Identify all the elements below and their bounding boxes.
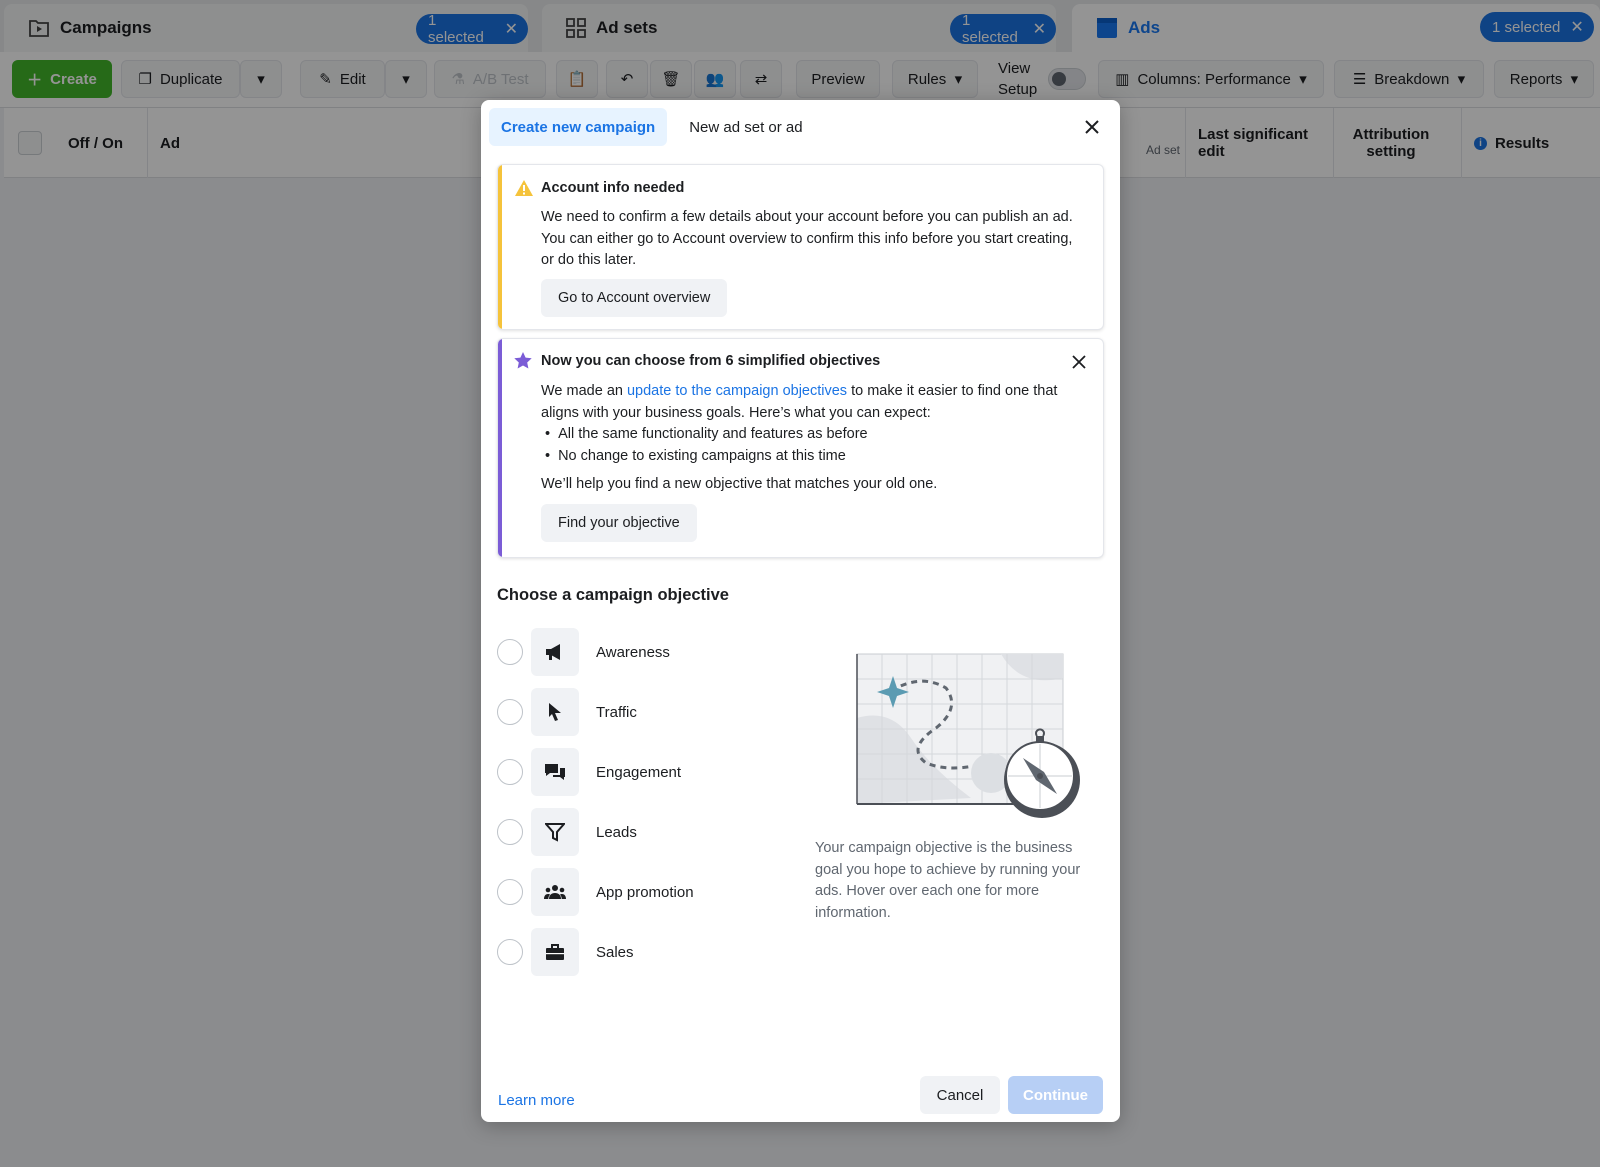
objective-radio[interactable]: [497, 759, 523, 785]
objectives-bullet-list: All the same functionality and features …: [541, 424, 868, 467]
people-icon: [531, 868, 579, 916]
briefcase-icon: [531, 928, 579, 976]
info-stripe: [498, 339, 502, 557]
objective-label: Traffic: [596, 703, 637, 721]
learn-more-link[interactable]: Learn more: [498, 1092, 575, 1109]
objective-radio[interactable]: [497, 939, 523, 965]
warning-icon: [515, 180, 533, 196]
close-icon: [1085, 120, 1099, 134]
tab-create-new-campaign[interactable]: Create new campaign: [489, 108, 668, 146]
find-your-objective-button[interactable]: Find your objective: [541, 504, 697, 542]
map-compass-illustration: [856, 653, 1080, 818]
close-icon: [1072, 355, 1086, 369]
objective-radio[interactable]: [497, 639, 523, 665]
objective-leads[interactable]: Leads: [497, 807, 797, 857]
objectives-followup-text: We’ll help you find a new objective that…: [541, 476, 938, 492]
objectives-update-link[interactable]: update to the campaign objectives: [627, 383, 847, 399]
go-to-account-overview-button[interactable]: Go to Account overview: [541, 279, 728, 317]
objective-sales[interactable]: Sales: [497, 927, 797, 977]
objective-awareness[interactable]: Awareness: [497, 627, 797, 677]
cancel-button[interactable]: Cancel: [920, 1076, 1000, 1114]
list-item: No change to existing campaigns at this …: [541, 446, 868, 468]
star-icon: [514, 352, 532, 369]
account-info-title: Account info needed: [541, 180, 685, 196]
account-info-card: Account info needed We need to confirm a…: [497, 164, 1104, 330]
objective-radio[interactable]: [497, 819, 523, 845]
choose-objective-heading: Choose a campaign objective: [497, 586, 729, 604]
objectives-text-before: We made an: [541, 383, 627, 399]
objective-label: Awareness: [596, 643, 670, 661]
tab-new-ad-set-or-ad[interactable]: New ad set or ad: [677, 108, 814, 146]
simplified-objectives-card: Now you can choose from 6 simplified obj…: [497, 338, 1104, 558]
list-item: All the same functionality and features …: [541, 424, 868, 446]
objective-traffic[interactable]: Traffic: [497, 687, 797, 737]
objective-radio[interactable]: [497, 879, 523, 905]
objective-engagement[interactable]: Engagement: [497, 747, 797, 797]
cursor-icon: [531, 688, 579, 736]
objective-app-promotion[interactable]: App promotion: [497, 867, 797, 917]
objective-label: Leads: [596, 823, 637, 841]
objective-radio[interactable]: [497, 699, 523, 725]
objective-label: Sales: [596, 943, 634, 961]
simplified-objectives-text: We made an update to the campaign object…: [541, 381, 1089, 424]
dialog-tabs: Create new campaign New ad set or ad: [489, 108, 825, 146]
megaphone-icon: [531, 628, 579, 676]
simplified-objectives-title: Now you can choose from 6 simplified obj…: [541, 353, 881, 369]
continue-button[interactable]: Continue: [1008, 1076, 1103, 1114]
objective-label: App promotion: [596, 883, 694, 901]
create-campaign-dialog: Create new campaign New ad set or ad Acc…: [481, 100, 1120, 1122]
funnel-icon: [531, 808, 579, 856]
warning-stripe: [498, 165, 502, 329]
objective-description: Your campaign objective is the business …: [815, 840, 1081, 921]
objective-label: Engagement: [596, 763, 682, 781]
account-info-text: We need to confirm a few details about y…: [541, 209, 1073, 268]
close-dialog-button[interactable]: [1079, 114, 1105, 140]
chat-bubbles-icon: [531, 748, 579, 796]
dismiss-card-button[interactable]: [1066, 349, 1092, 375]
